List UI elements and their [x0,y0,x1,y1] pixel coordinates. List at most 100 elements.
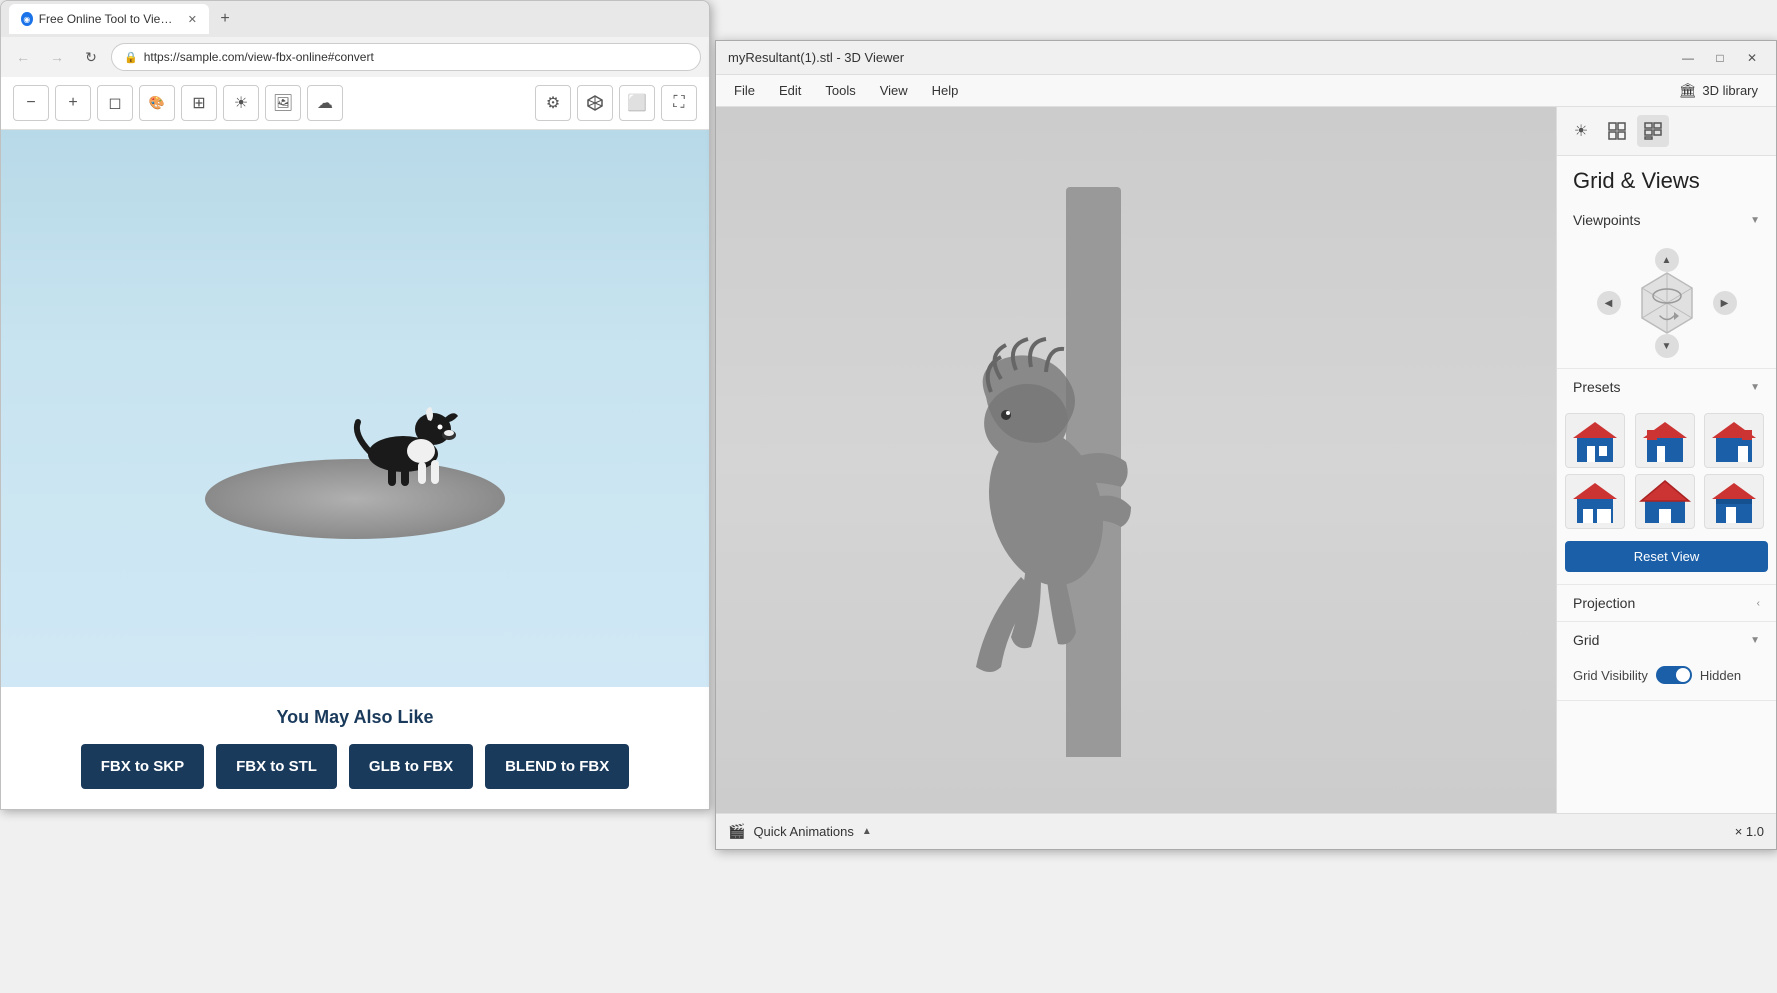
library-button[interactable]: 🏛 3D library [1669,78,1768,103]
new-tab-button[interactable]: + [213,7,237,31]
menu-view[interactable]: View [870,79,918,102]
viewpoints-label: Viewpoints [1573,212,1640,228]
color-button[interactable]: 🎨 [139,85,175,121]
projection-label: Projection [1573,595,1635,611]
settings-button[interactable]: ⚙ [535,85,571,121]
reset-view-button[interactable]: Reset View [1565,541,1768,572]
3d-model-svg [836,157,1316,757]
main-viewport[interactable] [716,107,1556,813]
panel-title: Grid & Views [1557,156,1776,202]
viewpoint-down-button[interactable]: ▼ [1655,334,1679,358]
grid-visibility-state: Hidden [1700,668,1741,683]
preset-item-1[interactable] [1565,413,1625,468]
close-button[interactable]: ✕ [1740,46,1764,70]
library-label: 3D library [1702,83,1758,98]
quick-animations-label: Quick Animations [753,824,853,839]
viewpoint-up-button[interactable]: ▲ [1655,248,1679,272]
viewer-body: ☀ Grid & Views Viewpoints ▼ [716,107,1776,813]
grid-visibility-row: Grid Visibility Hidden [1573,666,1760,684]
refresh-button[interactable]: ↻ [77,43,105,71]
preset-item-6[interactable] [1704,474,1764,529]
grid-visibility-toggle[interactable] [1656,666,1692,684]
scene-container [155,259,555,559]
grid-visibility-label: Grid Visibility [1573,668,1648,683]
sun-panel-button[interactable]: ☀ [1565,115,1597,147]
grid-panel-button[interactable] [1601,115,1633,147]
animations-chevron[interactable]: ▲ [862,826,872,837]
browser-titlebar: ◉ Free Online Tool to View 3D F8 ✕ + [1,1,709,37]
solid-view-button[interactable]: ⬜ [619,85,655,121]
grid-section: Grid ▼ Grid Visibility Hidden [1557,622,1776,701]
presets-header[interactable]: Presets ▼ [1557,369,1776,405]
minimize-button[interactable]: — [1676,46,1700,70]
suggestions-title: You May Also Like [21,707,689,728]
image-button[interactable]: 🖼 [265,85,301,121]
menu-file[interactable]: File [724,79,765,102]
cube-display [1632,268,1702,338]
grid-content: Grid Visibility Hidden [1557,658,1776,700]
upload-button[interactable]: ☁ [307,85,343,121]
titlebar-controls: — □ ✕ [1676,46,1764,70]
browser-content: − + ◻ 🎨 ⊞ ☀ 🖼 ☁ ⚙ ⬜ ⛶ [1,77,709,809]
grid-button[interactable]: ⊞ [181,85,217,121]
browser-tab[interactable]: ◉ Free Online Tool to View 3D F8 ✕ [9,4,209,34]
viewer-toolbar: − + ◻ 🎨 ⊞ ☀ 🖼 ☁ ⚙ ⬜ ⛶ [1,77,709,130]
zoom-level: × 1.0 [1735,824,1764,839]
projection-section: Projection ‹ [1557,585,1776,622]
tab-close-button[interactable]: ✕ [188,13,197,26]
dog-model [323,344,483,504]
viewer-titlebar: myResultant(1).stl - 3D Viewer — □ ✕ [716,41,1776,75]
presets-label: Presets [1573,379,1620,395]
viewpoints-section: Viewpoints ▼ ▲ ▼ ◀ ▶ [1557,202,1776,369]
lock-icon: 🔒 [124,51,138,64]
forward-button[interactable]: → [43,43,71,71]
panel-toolbar: ☀ [1557,107,1776,156]
presets-grid [1557,405,1776,537]
back-button[interactable]: ← [9,43,37,71]
fbx-to-skp-button[interactable]: FBX to SKP [81,744,204,789]
viewer-window-title: myResultant(1).stl - 3D Viewer [728,50,904,65]
menu-help[interactable]: Help [922,79,969,102]
viewer-menubar: File Edit Tools View Help 🏛 3D library [716,75,1776,107]
menu-edit[interactable]: Edit [769,79,811,102]
fullscreen-button[interactable]: ⛶ [661,85,697,121]
fbx-to-stl-button[interactable]: FBX to STL [216,744,337,789]
frame-button[interactable]: ◻ [97,85,133,121]
gridviews-panel-button[interactable] [1637,115,1669,147]
viewer-bottombar: 🎬 Quick Animations ▲ × 1.0 [716,813,1776,849]
light-button[interactable]: ☀ [223,85,259,121]
preset-item-5[interactable] [1635,474,1695,529]
right-panel: ☀ Grid & Views Viewpoints ▼ [1556,107,1776,813]
zoom-in-button[interactable]: + [55,85,91,121]
viewpoint-left-button[interactable]: ◀ [1597,291,1621,315]
browser-window: ◉ Free Online Tool to View 3D F8 ✕ + ← →… [0,0,710,810]
viewpoint-right-button[interactable]: ▶ [1713,291,1737,315]
preset-item-4[interactable] [1565,474,1625,529]
grid-header[interactable]: Grid ▼ [1557,622,1776,658]
suggestions-section: You May Also Like FBX to SKP FBX to STL … [1,687,709,809]
address-bar[interactable]: 🔒 https://sample.com/view-fbx-online#con… [111,43,701,71]
zoom-out-button[interactable]: − [13,85,49,121]
tab-favicon: ◉ [21,12,33,26]
presets-chevron: ▼ [1750,382,1760,393]
viewpoints-chevron: ▼ [1750,215,1760,226]
library-icon: 🏛 [1679,82,1697,99]
suggestions-buttons: FBX to SKP FBX to STL GLB to FBX BLEND t… [21,744,689,789]
viewpoints-area: ▲ ▼ ◀ ▶ [1557,238,1776,368]
glb-to-fbx-button[interactable]: GLB to FBX [349,744,473,789]
viewpoints-header[interactable]: Viewpoints ▼ [1557,202,1776,238]
animation-icon: 🎬 [728,823,745,840]
viewport-background [716,107,1556,813]
browser-controls: ← → ↻ 🔒 https://sample.com/view-fbx-onli… [1,37,709,77]
viewer-area[interactable] [1,130,709,687]
cube-view-button[interactable] [577,85,613,121]
maximize-button[interactable]: □ [1708,46,1732,70]
grid-chevron: ▼ [1750,635,1760,646]
blend-to-fbx-button[interactable]: BLEND to FBX [485,744,629,789]
menu-tools[interactable]: Tools [815,79,865,102]
url-text: https://sample.com/view-fbx-online#conve… [144,50,374,64]
preset-item-3[interactable] [1704,413,1764,468]
projection-header[interactable]: Projection ‹ [1557,585,1776,621]
viewer-window: myResultant(1).stl - 3D Viewer — □ ✕ Fil… [715,40,1777,850]
preset-item-2[interactable] [1635,413,1695,468]
